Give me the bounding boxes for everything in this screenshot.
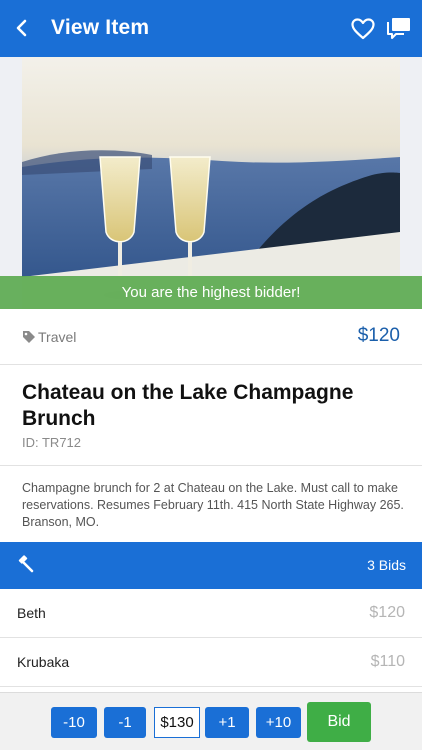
app-header: View Item [0, 0, 422, 57]
page-title: View Item [51, 16, 150, 39]
item-id: ID: TR712 [22, 435, 82, 450]
decrease-10-button[interactable]: -10 [51, 707, 97, 738]
bid-amount: $120 [369, 604, 405, 621]
bid-row: Beth $120 [0, 589, 422, 638]
item-image-area: You are the highest bidder! [0, 57, 422, 309]
bid-row: Krubaka $110 [0, 638, 422, 687]
item-photo[interactable] [22, 57, 400, 309]
increase-10-button[interactable]: +10 [256, 707, 301, 738]
bid-amount: $110 [370, 653, 405, 670]
chevron-left-icon[interactable] [10, 12, 36, 44]
item-price: $120 [357, 325, 400, 346]
bid-count: 3 Bids [367, 557, 406, 573]
category-label[interactable]: Travel [38, 329, 76, 345]
item-title-section: Chateau on the Lake Champagne Brunch ID:… [0, 366, 422, 466]
item-description: Champagne brunch for 2 at Chateau on the… [22, 481, 404, 529]
bids-header: 3 Bids [0, 542, 422, 589]
highest-bidder-banner: You are the highest bidder! [0, 276, 422, 309]
heart-outline-icon[interactable] [350, 16, 376, 42]
bid-amount-field[interactable]: $130 [154, 707, 200, 738]
gavel-icon [18, 555, 34, 573]
increase-1-button[interactable]: +1 [205, 707, 249, 738]
bidder-name: Krubaka [17, 654, 70, 670]
bid-button[interactable]: Bid [307, 702, 371, 742]
category-price-row: Travel $120 [0, 309, 422, 365]
item-title: Chateau on the Lake Champagne Brunch [22, 381, 354, 430]
tag-icon [23, 331, 35, 343]
bidder-name: Beth [17, 605, 46, 621]
chat-icon[interactable] [386, 15, 412, 41]
decrease-1-button[interactable]: -1 [104, 707, 146, 738]
bid-controls: -10 -1 $130 +1 +10 Bid [0, 692, 422, 750]
